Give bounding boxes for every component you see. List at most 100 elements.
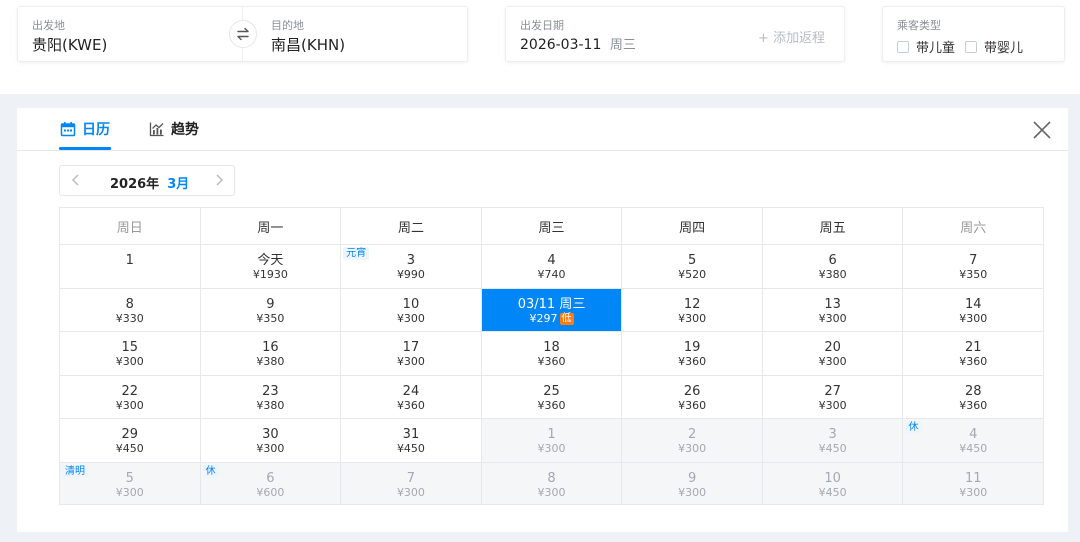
route-card: 出发地 贵阳(KWE) 目的地 南昌(KHN) [17, 6, 468, 62]
from-field[interactable]: 出发地 贵阳(KWE) [18, 7, 242, 61]
calendar-day[interactable]: 27 ¥300 [763, 375, 904, 418]
calendar-day[interactable]: 16 ¥380 [201, 332, 342, 375]
date-card[interactable]: 出发日期 2026-03-11 周三 + 添加返程 [505, 6, 845, 62]
day-price-row: ¥740 [482, 268, 622, 282]
calendar-day[interactable]: 1 [60, 245, 201, 288]
calendar-day[interactable]: 10 ¥300 [341, 288, 482, 331]
day-price-row: ¥300 [482, 442, 622, 456]
calendar-day[interactable]: 10 ¥450 [762, 462, 904, 504]
calendar-day[interactable]: 24 ¥360 [341, 375, 482, 418]
child-checkbox[interactable]: 带儿童 [897, 37, 955, 56]
calendar-week-row: 8 ¥330 9 ¥350 10 ¥300 03/11 周三 ¥297 低 12 ¥300 13 ¥30… [59, 287, 1045, 331]
day-number: 25 [543, 383, 560, 399]
calendar-day[interactable]: 22 ¥300 [60, 375, 201, 418]
tab-calendar[interactable]: 日历 [60, 118, 110, 140]
calendar-grid: 周日 周一 周二 周三 周四 周五 周六 1 今天 ¥1930 元宵 3 ¥990 4 ¥74… [59, 207, 1045, 505]
calendar-day[interactable]: 19 ¥360 [622, 332, 763, 375]
calendar-day[interactable]: 12 ¥300 [622, 288, 763, 331]
prev-month-button[interactable] [68, 172, 84, 188]
calendar-day[interactable]: 2 ¥300 [622, 419, 763, 462]
holiday-tag: 元宵 [343, 247, 370, 260]
date-value: 2026-03-11 周三 [520, 34, 636, 53]
calendar-day[interactable]: 休 4 ¥450 [903, 419, 1045, 462]
holiday-tag: 清明 [62, 464, 88, 478]
day-price: ¥300 [537, 485, 566, 499]
day-price: ¥350 [959, 268, 988, 281]
day-price: ¥300 [959, 311, 988, 325]
calendar-day[interactable]: 休 6 ¥600 [200, 462, 342, 504]
calendar-day[interactable]: 8 ¥300 [481, 462, 623, 504]
day-number: 12 [683, 296, 701, 312]
calendar-day[interactable]: 25 ¥360 [482, 375, 623, 418]
calendar-day[interactable]: 29 ¥450 [60, 419, 201, 462]
day-price-row: ¥350 [903, 268, 1043, 282]
calendar-day[interactable]: 23 ¥380 [201, 375, 342, 418]
to-field[interactable]: 目的地 南昌(KHN) [243, 7, 468, 61]
calendar-day-selected[interactable]: 03/11 周三 ¥297 低 [481, 288, 623, 331]
weekday-tue: 周二 [341, 208, 482, 244]
calendar-day[interactable]: 清明 5 ¥300 [60, 462, 201, 504]
calendar-week-row: 清明 5 ¥300 休 6 ¥600 7 ¥300 8 ¥300 9 ¥300 10 ¥450 11 ¥300 [59, 461, 1045, 505]
calendar-day[interactable]: 21 ¥360 [903, 332, 1045, 375]
day-price: ¥740 [537, 268, 566, 281]
day-price: ¥300 [256, 442, 285, 455]
calendar-day[interactable]: 3 ¥450 [762, 419, 904, 462]
day-price: ¥360 [678, 398, 707, 412]
calendar-week-row: 22 ¥300 23 ¥380 24 ¥360 25 ¥360 26 ¥360 27 ¥300 28 ¥3… [59, 374, 1045, 418]
calendar-day[interactable]: 11 ¥300 [903, 462, 1045, 504]
day-price-row: ¥300 [763, 312, 903, 326]
infant-checkbox-box[interactable] [965, 40, 977, 53]
passenger-label: 乘客类型 [897, 19, 941, 32]
calendar-day[interactable]: 7 ¥300 [341, 462, 482, 504]
calendar-day[interactable]: 26 ¥360 [622, 375, 763, 418]
weekday-sat: 周六 [960, 220, 987, 236]
calendar-day[interactable]: 4 ¥740 [482, 245, 623, 288]
calendar-day[interactable]: 31 ¥450 [341, 419, 482, 462]
day-number: 1 [125, 253, 134, 268]
calendar-day[interactable]: 7 ¥350 [903, 245, 1045, 288]
day-number: 27 [824, 383, 841, 399]
calendar-day[interactable]: 17 ¥300 [341, 332, 482, 375]
month-text: 3月 [167, 177, 190, 192]
calendar-day[interactable]: 元宵 3 ¥990 [341, 245, 482, 288]
day-number: 28 [964, 383, 982, 399]
calendar-day[interactable]: 13 ¥300 [763, 288, 904, 331]
day-price-row: ¥360 [903, 399, 1043, 413]
day-price: ¥380 [256, 355, 285, 368]
calendar-day[interactable]: 8 ¥330 [60, 288, 201, 331]
calendar-day[interactable]: 5 ¥520 [622, 245, 763, 288]
calendar-day[interactable]: 18 ¥360 [482, 332, 623, 375]
weekday-wed: 周三 [482, 208, 623, 244]
day-price: ¥600 [256, 485, 285, 499]
day-number: 17 [402, 340, 420, 355]
close-button[interactable] [1031, 119, 1053, 141]
calendar-day[interactable]: 14 ¥300 [903, 288, 1045, 331]
calendar-weeks: 1 今天 ¥1930 元宵 3 ¥990 4 ¥740 5 ¥520 6 ¥380 7 ¥350 8 ¥330… [59, 244, 1045, 505]
calendar-day[interactable]: 9 ¥350 [201, 288, 342, 331]
calendar-day[interactable]: 9 ¥300 [622, 462, 763, 504]
day-number: 26 [683, 383, 701, 399]
calendar-day[interactable]: 30 ¥300 [201, 419, 342, 462]
calendar-day[interactable]: 今天 ¥1930 [201, 245, 342, 288]
calendar-day[interactable]: 1 ¥300 [481, 419, 623, 462]
day-price-row: ¥297 低 [482, 312, 622, 326]
add-return-button[interactable]: + 添加返程 [758, 27, 825, 46]
infant-label: 带婴儿 [984, 41, 1024, 56]
tab-trend[interactable]: 趋势 [149, 118, 199, 140]
calendar-day[interactable]: 15 ¥300 [60, 332, 201, 375]
calendar-day[interactable]: 20 ¥300 [763, 332, 904, 375]
day-price: ¥300 [537, 442, 566, 455]
date-weekday: 周三 [609, 38, 636, 53]
day-price: ¥350 [256, 311, 285, 325]
day-number: 11 [964, 470, 982, 486]
tab-calendar-label: 日历 [82, 122, 110, 138]
day-price: ¥360 [959, 355, 988, 368]
day-price: ¥360 [537, 355, 566, 368]
calendar-day[interactable]: 28 ¥360 [903, 375, 1045, 418]
infant-checkbox[interactable]: 带婴儿 [965, 37, 1023, 56]
day-price: ¥360 [537, 398, 566, 412]
child-checkbox-box[interactable] [897, 40, 909, 53]
day-price: ¥300 [959, 485, 988, 499]
calendar-day[interactable]: 6 ¥380 [763, 245, 904, 288]
next-month-button[interactable] [211, 172, 227, 188]
